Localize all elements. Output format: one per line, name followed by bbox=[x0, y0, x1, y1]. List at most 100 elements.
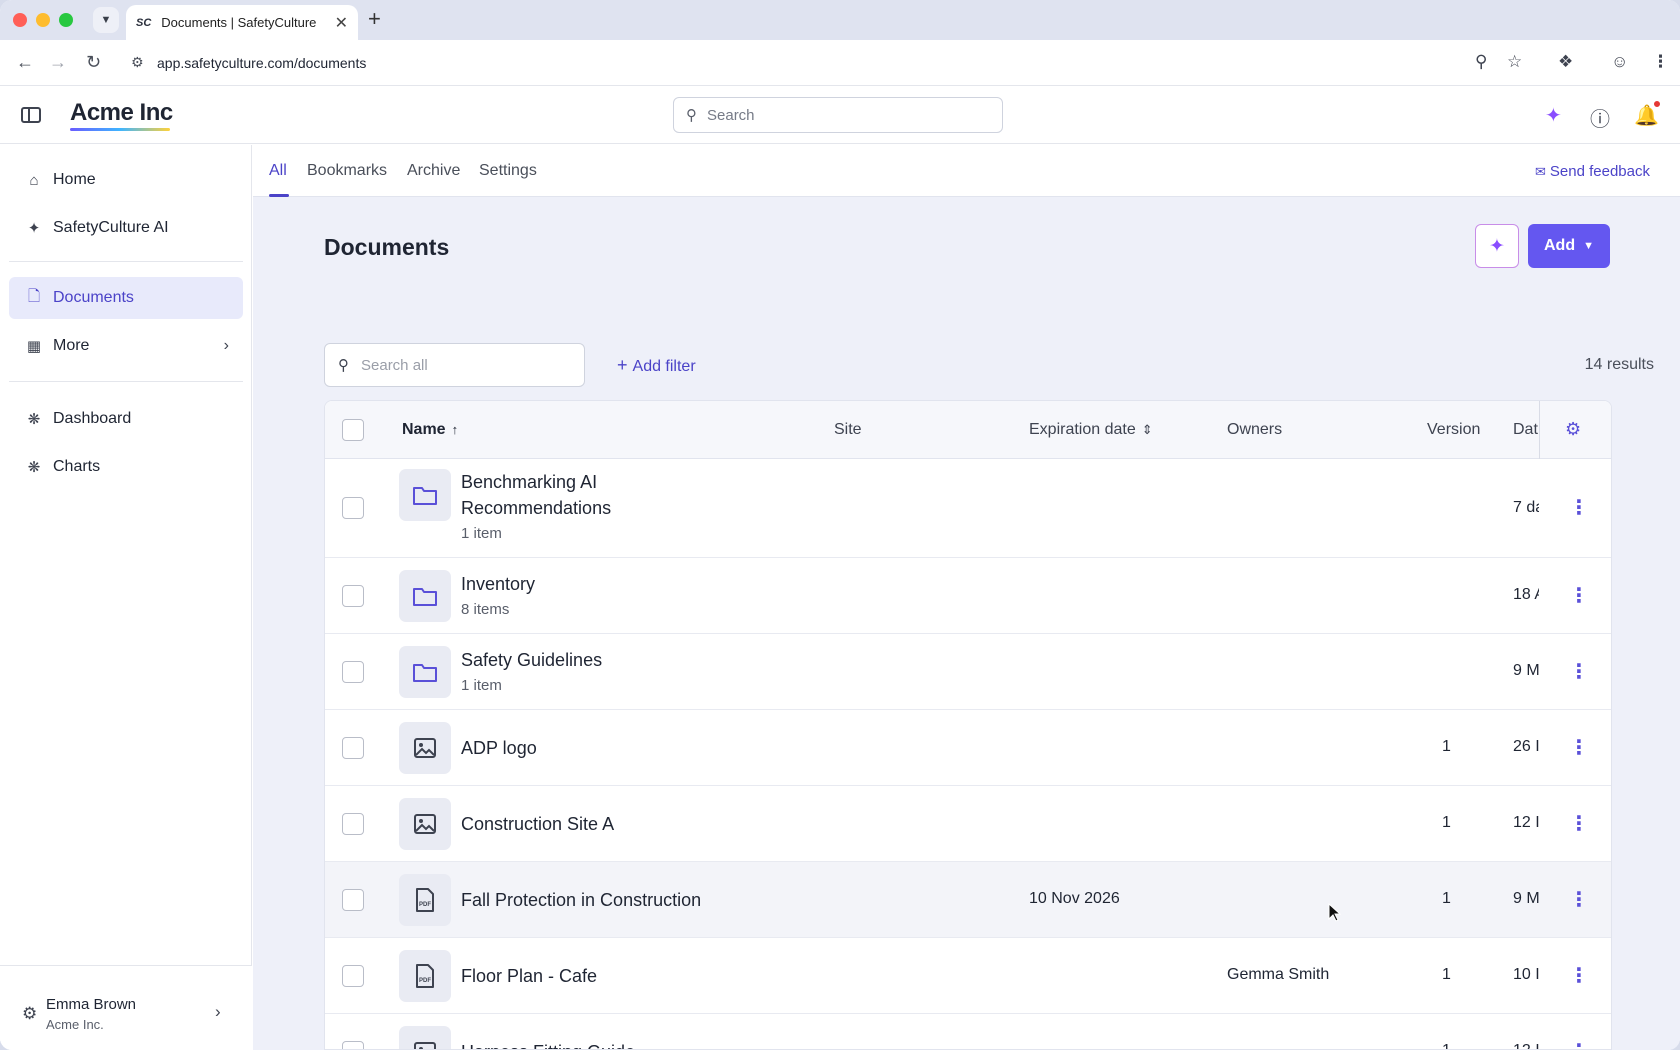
sidebar-item-label: Dashboard bbox=[53, 410, 132, 427]
help-icon[interactable]: ⓘ bbox=[1590, 103, 1610, 132]
documents-search[interactable]: ⚲ bbox=[324, 343, 585, 387]
expiration-cell: 10 Nov 2026 bbox=[1029, 890, 1120, 907]
address-bar: ← → ↻ ⚙ app.safetyculture.com/documents … bbox=[0, 40, 1680, 86]
notification-badge bbox=[1653, 100, 1661, 108]
sidebar-item-label: Home bbox=[53, 171, 96, 188]
row-menu-icon[interactable]: ⋮ bbox=[1569, 735, 1589, 760]
global-search[interactable]: ⚲ bbox=[673, 97, 1003, 133]
table-row[interactable]: Harness Fitting Guide 1 12 I ⋮ bbox=[325, 1014, 1611, 1049]
row-checkbox[interactable] bbox=[342, 889, 364, 911]
row-checkbox[interactable] bbox=[342, 661, 364, 683]
column-header-name[interactable]: Name ↑ bbox=[402, 421, 458, 439]
minimize-window-button[interactable] bbox=[36, 13, 50, 27]
date-cell: 12 I bbox=[1513, 1042, 1539, 1049]
forward-icon[interactable]: → bbox=[49, 52, 67, 73]
documents-tabs: All Bookmarks Archive Settings ✉ Send fee… bbox=[253, 145, 1680, 197]
row-checkbox[interactable] bbox=[342, 497, 364, 519]
global-search-input[interactable] bbox=[707, 106, 990, 124]
table-row[interactable]: PDF Floor Plan - Cafe Gemma Smith 1 10 I… bbox=[325, 938, 1611, 1014]
version-cell: 1 bbox=[1442, 966, 1451, 983]
ai-assist-button[interactable]: ✦ bbox=[1475, 224, 1519, 268]
row-menu-icon[interactable]: ⋮ bbox=[1569, 583, 1589, 608]
active-tab-indicator bbox=[269, 194, 289, 197]
item-count: 1 item bbox=[461, 677, 502, 694]
tab-archive[interactable]: Archive bbox=[407, 162, 460, 180]
select-all-checkbox[interactable] bbox=[342, 419, 364, 441]
sort-ascending-icon: ↑ bbox=[451, 422, 459, 437]
row-checkbox[interactable] bbox=[342, 1041, 364, 1049]
back-icon[interactable]: ← bbox=[16, 52, 34, 73]
row-menu-icon[interactable]: ⋮ bbox=[1569, 811, 1589, 836]
sidebar-divider bbox=[9, 381, 243, 382]
close-tab-icon[interactable]: ✕ bbox=[335, 13, 348, 33]
profile-icon[interactable]: ☺ bbox=[1611, 52, 1628, 72]
row-checkbox[interactable] bbox=[342, 965, 364, 987]
url-field[interactable]: app.safetyculture.com/documents bbox=[157, 55, 366, 71]
table-row[interactable]: PDF Fall Protection in Construction 10 N… bbox=[325, 862, 1611, 938]
sidebar-item-documents[interactable]: 🗋 Documents bbox=[9, 277, 243, 319]
sidebar-item-home[interactable]: ⌂ Home bbox=[9, 159, 243, 201]
date-cell: 9 M bbox=[1513, 890, 1539, 907]
tab-bookmarks[interactable]: Bookmarks bbox=[307, 162, 387, 180]
document-name[interactable]: ADP logo bbox=[461, 735, 537, 761]
table-row[interactable]: Safety Guidelines 1 item 9 M ⋮ bbox=[325, 634, 1611, 710]
bookmark-star-icon[interactable]: ☆ bbox=[1507, 52, 1522, 72]
document-name-line2[interactable]: Recommendations bbox=[461, 495, 611, 521]
tab-search-button[interactable]: ▼ bbox=[93, 7, 119, 33]
reload-icon[interactable]: ↻ bbox=[86, 52, 101, 73]
table-row[interactable]: ADP logo 1 26 I ⋮ bbox=[325, 710, 1611, 786]
row-menu-icon[interactable]: ⋮ bbox=[1569, 1039, 1589, 1049]
user-profile-menu[interactable]: ⚙ Emma Brown Acme Inc. › bbox=[0, 965, 252, 1050]
item-count: 8 items bbox=[461, 601, 510, 618]
tab-all[interactable]: All bbox=[269, 162, 287, 180]
add-button[interactable]: Add ▼ bbox=[1528, 224, 1610, 268]
close-window-button[interactable] bbox=[13, 13, 27, 27]
column-header-owners[interactable]: Owners bbox=[1227, 421, 1282, 439]
column-header-site[interactable]: Site bbox=[834, 421, 862, 439]
browser-window: ▼ SC Documents | SafetyCulture ✕ + ← → ↻… bbox=[0, 0, 1680, 1050]
company-logo[interactable]: Acme Inc bbox=[70, 99, 173, 127]
row-menu-icon[interactable]: ⋮ bbox=[1569, 887, 1589, 912]
ai-sparkle-icon[interactable]: ✦ bbox=[1545, 103, 1562, 128]
document-name[interactable]: Construction Site A bbox=[461, 811, 614, 837]
sidebar-item-dashboard[interactable]: ❋ Dashboard bbox=[9, 398, 243, 440]
zoom-icon[interactable]: ⚲ bbox=[1475, 52, 1487, 72]
site-info-icon[interactable]: ⚙ bbox=[131, 54, 144, 71]
row-menu-icon[interactable]: ⋮ bbox=[1569, 495, 1589, 520]
column-settings-gear-icon[interactable]: ⚙ bbox=[1565, 419, 1581, 440]
image-icon bbox=[399, 1026, 451, 1049]
document-name[interactable]: Fall Protection in Construction bbox=[461, 887, 701, 913]
row-checkbox[interactable] bbox=[342, 737, 364, 759]
add-filter-button[interactable]: + Add filter bbox=[617, 355, 696, 376]
sidebar-toggle-icon[interactable] bbox=[21, 107, 41, 123]
document-name[interactable]: Floor Plan - Cafe bbox=[461, 963, 597, 989]
extensions-icon[interactable]: ❖ bbox=[1558, 52, 1573, 72]
document-name[interactable]: Inventory bbox=[461, 571, 535, 597]
tab-settings[interactable]: Settings bbox=[479, 162, 537, 180]
table-row[interactable]: Inventory 8 items 18 A ⋮ bbox=[325, 558, 1611, 634]
maximize-window-button[interactable] bbox=[59, 13, 73, 27]
browser-menu-icon[interactable]: ⋮ bbox=[1652, 52, 1669, 72]
table-row[interactable]: Benchmarking AI Recommendations 1 item 7… bbox=[325, 459, 1611, 558]
row-menu-icon[interactable]: ⋮ bbox=[1569, 963, 1589, 988]
date-cell: 10 I bbox=[1513, 966, 1539, 983]
documents-search-input[interactable] bbox=[361, 356, 571, 374]
sidebar-item-more[interactable]: ▦ More › bbox=[9, 325, 243, 367]
row-menu-icon[interactable]: ⋮ bbox=[1569, 659, 1589, 684]
document-name[interactable]: Benchmarking AI bbox=[461, 469, 597, 495]
document-name[interactable]: Safety Guidelines bbox=[461, 647, 602, 673]
sidebar-item-safetyculture-ai[interactable]: ✦ SafetyCulture AI bbox=[9, 207, 243, 249]
column-header-version[interactable]: Version bbox=[1427, 421, 1480, 439]
send-feedback-link[interactable]: ✉ Send feedback bbox=[1535, 163, 1650, 180]
browser-tab[interactable]: SC Documents | SafetyCulture ✕ bbox=[126, 5, 358, 40]
column-header-date[interactable]: Dat bbox=[1513, 421, 1539, 439]
sidebar-item-charts[interactable]: ❋ Charts bbox=[9, 446, 243, 488]
row-checkbox[interactable] bbox=[342, 585, 364, 607]
row-checkbox[interactable] bbox=[342, 813, 364, 835]
new-tab-button[interactable]: + bbox=[368, 8, 381, 30]
document-name[interactable]: Harness Fitting Guide bbox=[461, 1039, 635, 1049]
column-header-expiration[interactable]: Expiration date ⇕ bbox=[1029, 421, 1153, 439]
mouse-cursor-icon bbox=[1328, 903, 1342, 922]
table-row[interactable]: Construction Site A 1 12 I ⋮ bbox=[325, 786, 1611, 862]
documents-table: Name ↑ Site Expiration date ⇕ Owners Versi… bbox=[324, 400, 1612, 1050]
